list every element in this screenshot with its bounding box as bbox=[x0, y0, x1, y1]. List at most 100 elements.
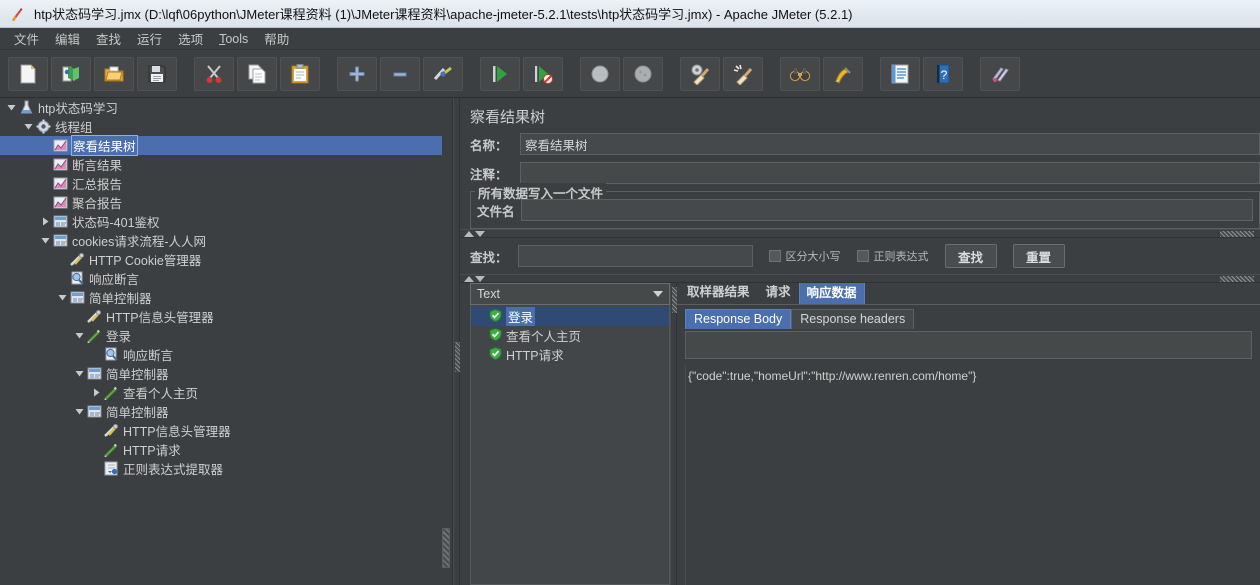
minus-icon bbox=[389, 63, 411, 85]
toolbar-start-button[interactable] bbox=[480, 56, 520, 91]
tree-expand-toggle-down-icon[interactable] bbox=[4, 101, 18, 115]
tree-node[interactable]: 聚合报告 bbox=[0, 193, 442, 212]
tree-expand-toggle-right-icon[interactable] bbox=[89, 386, 103, 400]
regex-checkbox[interactable]: 正则表达式 bbox=[856, 248, 929, 264]
upper-split-divider[interactable] bbox=[460, 229, 1260, 238]
thread-group-gear-icon bbox=[35, 119, 51, 135]
tree-node[interactable]: 简单控制器 bbox=[0, 402, 442, 421]
tree-node[interactable]: HTTP信息头管理器 bbox=[0, 421, 442, 440]
toolbar-shutdown-button[interactable] bbox=[623, 56, 663, 91]
search-input[interactable] bbox=[517, 245, 753, 267]
tree-node[interactable]: 响应断言 bbox=[0, 345, 442, 364]
tree-scrollbar-thumb[interactable] bbox=[442, 528, 450, 568]
toolbar-new-test-plan-button[interactable] bbox=[8, 56, 48, 91]
toolbar-help-button[interactable]: ? bbox=[923, 56, 963, 91]
results-divider-grip bbox=[672, 287, 677, 313]
menu-tools[interactable]: Tools bbox=[211, 30, 256, 48]
config-wrench-icon bbox=[103, 423, 119, 439]
sample-result-row[interactable]: HTTP请求 bbox=[471, 345, 669, 364]
tree-node-label: 汇总报告 bbox=[72, 178, 123, 192]
sample-results-tree[interactable]: 登录 查看个人主页 HTTP请求 bbox=[470, 305, 670, 585]
menu-file[interactable]: 文件 bbox=[6, 27, 47, 50]
tree-expand-toggle-down-icon[interactable] bbox=[72, 329, 86, 343]
lower-split-divider[interactable] bbox=[460, 274, 1260, 283]
main-split-divider[interactable] bbox=[453, 98, 460, 585]
tree-node[interactable]: cookies请求流程-人人网 bbox=[0, 231, 442, 250]
tree-node[interactable]: 查看个人主页 bbox=[0, 383, 442, 402]
name-input[interactable] bbox=[520, 133, 1260, 155]
postprocessor-icon bbox=[103, 461, 119, 477]
sample-result-row[interactable]: 登录 bbox=[471, 307, 669, 326]
controller-icon bbox=[86, 366, 102, 382]
listener-chart-icon bbox=[52, 157, 68, 173]
collapse-down-arrow-icon-2[interactable] bbox=[475, 275, 485, 282]
tree-vertical-scrollbar[interactable] bbox=[442, 98, 450, 585]
tree-node[interactable]: 简单控制器 bbox=[0, 364, 442, 383]
tree-node[interactable]: 简单控制器 bbox=[0, 288, 442, 307]
toolbar-search-button[interactable] bbox=[780, 56, 820, 91]
tree-node[interactable]: HTTP Cookie管理器 bbox=[0, 250, 442, 269]
regex-box-icon[interactable] bbox=[856, 250, 869, 262]
toolbar-expand-all-button[interactable] bbox=[337, 56, 377, 91]
toolbar-clear-all-button[interactable] bbox=[723, 56, 763, 91]
tree-node[interactable]: HTTP请求 bbox=[0, 440, 442, 459]
menu-search[interactable]: 查找 bbox=[88, 27, 129, 50]
menu-options[interactable]: 选项 bbox=[170, 27, 211, 50]
test-plan-tree[interactable]: htp状态码学习 线程组 察看结果树 断言结果汇总报告 聚合报告 状态码-401鉴权 coo… bbox=[0, 98, 442, 585]
tree-node[interactable]: 状态码-401鉴权 bbox=[0, 212, 442, 231]
toolbar-toggle-button[interactable] bbox=[423, 56, 463, 91]
toolbar-clear-button[interactable] bbox=[680, 56, 720, 91]
response-subtabs[interactable]: Response Body Response headers bbox=[677, 308, 1260, 329]
tree-expand-toggle-down-icon[interactable] bbox=[72, 405, 86, 419]
toolbar-paste-button[interactable] bbox=[280, 56, 320, 91]
comment-input[interactable] bbox=[520, 162, 1260, 184]
response-subtab[interactable]: Response Body bbox=[685, 309, 792, 329]
response-subtab[interactable]: Response headers bbox=[791, 309, 915, 329]
tree-expand-toggle-down-icon[interactable] bbox=[55, 291, 69, 305]
tree-node[interactable]: 察看结果树 bbox=[0, 135, 442, 156]
toolbar-function-helper-button[interactable] bbox=[880, 56, 920, 91]
toolbar-templates-button[interactable] bbox=[51, 56, 91, 91]
toolbar-collapse-all-button[interactable] bbox=[380, 56, 420, 91]
tree-node[interactable]: 汇总报告 bbox=[0, 174, 442, 193]
sample-result-row[interactable]: 查看个人主页 bbox=[471, 326, 669, 345]
collapse-up-arrow-icon[interactable] bbox=[464, 230, 474, 237]
chevron-down-icon[interactable] bbox=[653, 291, 663, 297]
reset-button[interactable]: 重置 bbox=[1012, 244, 1065, 268]
menu-edit[interactable]: 编辑 bbox=[47, 27, 88, 50]
toolbar-undo-redo-button[interactable] bbox=[980, 56, 1020, 91]
case-sensitive-box-icon[interactable] bbox=[768, 250, 781, 262]
regex-label: 正则表达式 bbox=[873, 251, 929, 263]
toolbar-start-no-pauses-button[interactable] bbox=[523, 56, 563, 91]
tree-node[interactable]: 断言结果 bbox=[0, 155, 442, 174]
tree-node[interactable]: htp状态码学习 bbox=[0, 98, 442, 117]
response-header-box[interactable] bbox=[685, 331, 1252, 359]
case-sensitive-checkbox[interactable]: 区分大小写 bbox=[768, 248, 841, 264]
tree-node[interactable]: 登录 bbox=[0, 326, 442, 345]
response-body-text[interactable]: {"code":true,"homeUrl":"http://www.renre… bbox=[685, 365, 1260, 585]
toolbar-reset-search-button[interactable] bbox=[823, 56, 863, 91]
results-split-divider[interactable] bbox=[670, 283, 677, 585]
tree-expand-toggle-right-icon[interactable] bbox=[38, 215, 52, 229]
tree-expand-toggle-down-icon[interactable] bbox=[72, 367, 86, 381]
tree-expand-toggle-down-icon[interactable] bbox=[21, 120, 35, 134]
tree-node[interactable]: HTTP信息头管理器 bbox=[0, 307, 442, 326]
filename-input[interactable] bbox=[520, 199, 1253, 221]
templates-icon bbox=[60, 63, 82, 85]
toolbar-stop-button[interactable] bbox=[580, 56, 620, 91]
collapse-up-arrow-icon-2[interactable] bbox=[464, 275, 474, 282]
search-button[interactable]: 查找 bbox=[944, 244, 997, 268]
tree-node[interactable]: 正则表达式提取器 bbox=[0, 459, 442, 478]
toolbar-save-button[interactable] bbox=[137, 56, 177, 91]
menu-help[interactable]: 帮助 bbox=[256, 27, 297, 50]
toolbar-cut-button[interactable] bbox=[194, 56, 234, 91]
result-tabs[interactable]: 取样器结果 请求 响应数据 bbox=[677, 279, 1260, 305]
tree-node[interactable]: 响应断言 bbox=[0, 269, 442, 288]
toolbar-open-button[interactable] bbox=[94, 56, 134, 91]
tree-expand-toggle-down-icon[interactable] bbox=[38, 234, 52, 248]
render-format-combo[interactable]: Text bbox=[470, 283, 670, 305]
menu-run[interactable]: 运行 bbox=[129, 27, 170, 50]
collapse-down-arrow-icon[interactable] bbox=[475, 230, 485, 237]
tree-node[interactable]: 线程组 bbox=[0, 117, 442, 136]
toolbar-copy-button[interactable] bbox=[237, 56, 277, 91]
